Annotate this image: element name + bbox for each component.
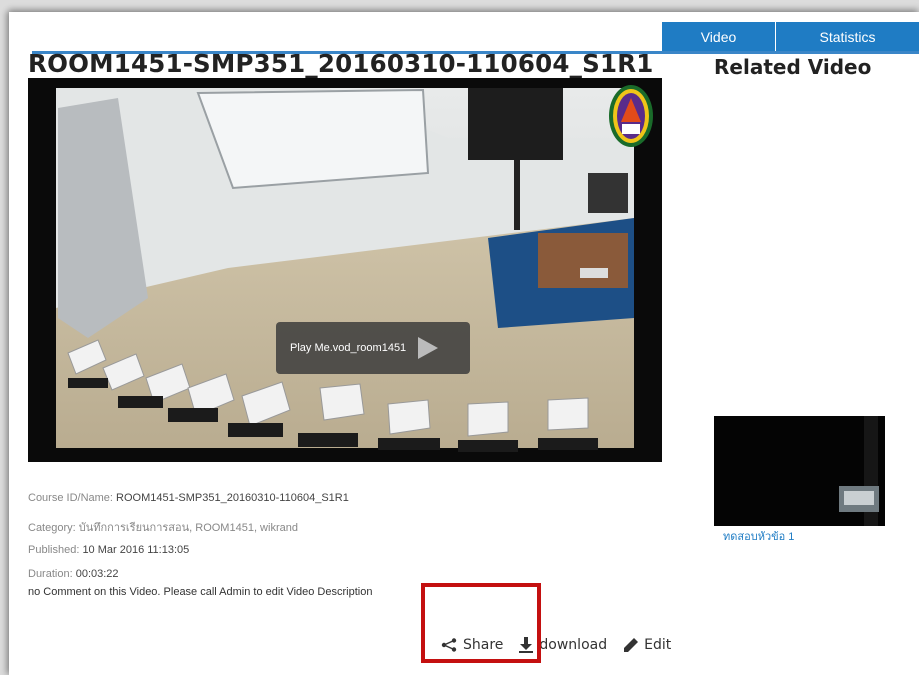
category-label: Category:	[28, 522, 76, 534]
download-button[interactable]: download	[519, 637, 607, 653]
published-info: Published: 10 Mar 2016 11:13:05	[28, 544, 189, 556]
tab-video[interactable]: Video	[662, 22, 776, 51]
edit-button[interactable]: Edit	[623, 637, 671, 653]
duration-value: 00:03:22	[75, 568, 119, 580]
duration-info: Duration: 00:03:22	[28, 568, 119, 580]
course-label: Course ID/Name:	[28, 492, 113, 504]
related-video-heading: Related Video	[714, 55, 872, 79]
published-value: 10 Mar 2016 11:13:05	[82, 544, 190, 556]
video-player[interactable]: Play Me.vod_room1451	[28, 78, 662, 462]
university-seal-logo	[609, 85, 653, 147]
tab-bar: Video Statistics	[662, 22, 919, 51]
duration-label: Duration:	[28, 568, 73, 580]
video-comment: no Comment on this Video. Please call Ad…	[28, 586, 373, 598]
play-button-label: Play Me.vod_room1451	[290, 342, 407, 354]
published-label: Published:	[28, 544, 80, 556]
video-title: ROOM1451-SMP351_20160310-110604_S1R1	[28, 49, 654, 78]
related-video-thumbnail[interactable]	[714, 416, 885, 526]
play-button[interactable]: Play Me.vod_room1451	[276, 322, 470, 374]
course-info: Course ID/Name: ROOM1451-SMP351_20160310…	[28, 492, 349, 504]
category-info: Category: บันทึกการเรียนการสอน, ROOM1451…	[28, 518, 298, 536]
course-value: ROOM1451-SMP351_20160310-110604_S1R1	[116, 492, 349, 504]
share-icon	[441, 638, 457, 652]
tab-statistics[interactable]: Statistics	[776, 22, 919, 51]
related-video-caption[interactable]: ทดสอบหัวข้อ 1	[723, 527, 794, 545]
category-value: บันทึกการเรียนการสอน, ROOM1451, wikrand	[78, 522, 298, 534]
play-icon	[418, 337, 439, 359]
edit-label: Edit	[644, 637, 672, 653]
video-actions: Share download Edit	[441, 637, 687, 653]
share-button[interactable]: Share	[441, 637, 503, 653]
classroom-video-frame	[28, 78, 662, 462]
download-label: download	[539, 637, 608, 653]
related-thumbnail-image	[714, 416, 885, 526]
pencil-icon	[624, 637, 639, 652]
share-label: Share	[463, 637, 504, 653]
download-icon	[519, 637, 534, 653]
